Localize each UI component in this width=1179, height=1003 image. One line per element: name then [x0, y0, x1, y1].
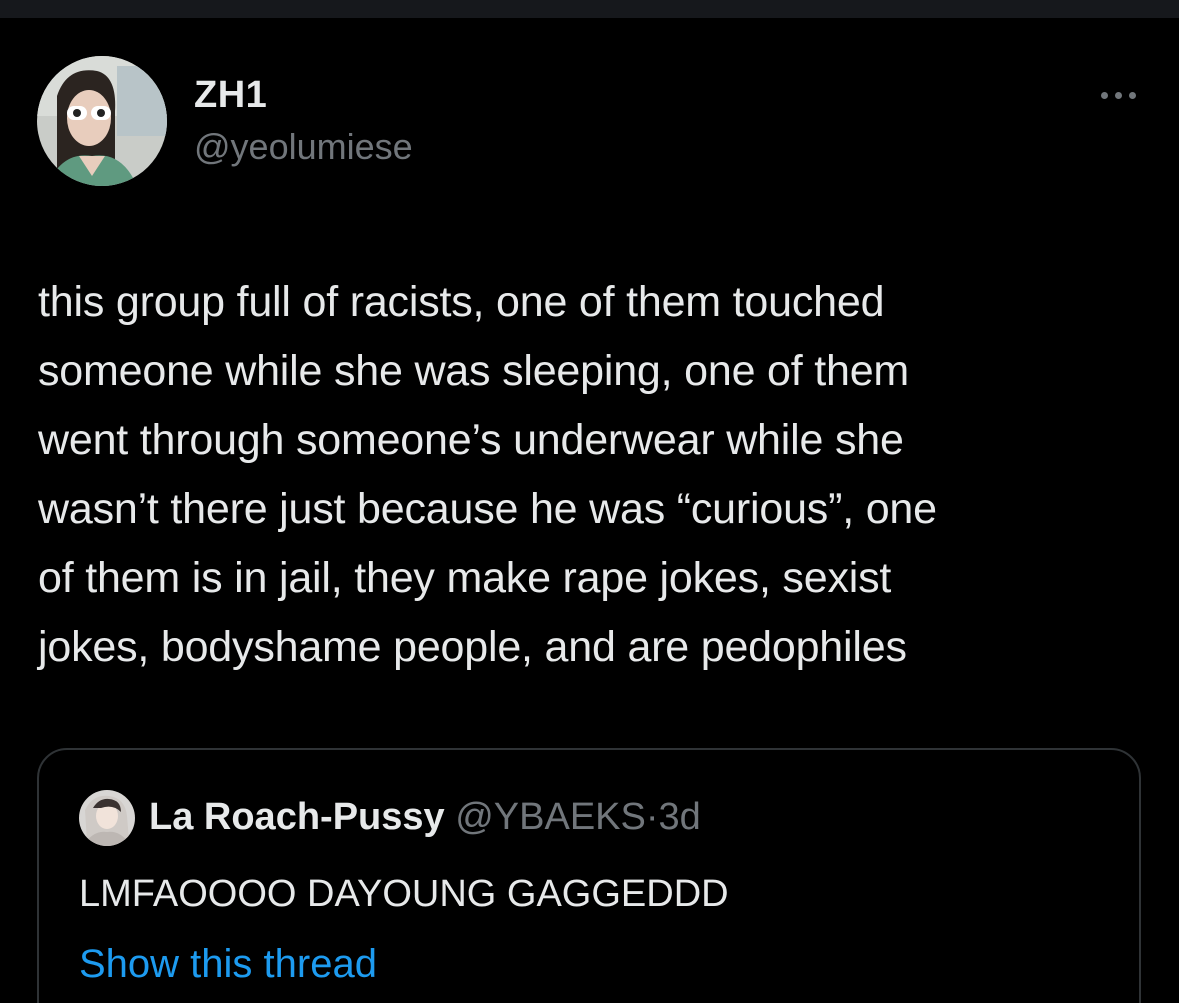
tweet: ZH1 @yeolumiese this group full of racis…	[0, 18, 1179, 1003]
author-handle[interactable]: @yeolumiese	[194, 129, 413, 165]
quote-author-avatar[interactable]	[79, 790, 135, 846]
quote-display-name[interactable]: La Roach-Pussy	[149, 796, 445, 838]
more-options-icon[interactable]	[1090, 78, 1146, 112]
quote-handle[interactable]: @YBAEKS	[455, 796, 646, 838]
quote-header: La Roach-Pussy @YBAEKS·3d	[149, 798, 701, 836]
profile-photo-icon	[37, 56, 167, 186]
dot	[1114, 91, 1122, 99]
separator-dot: ·	[645, 796, 659, 838]
quote-text: LMFAOOOO DAYOUNG GAGGEDDD	[79, 873, 729, 915]
author-display-name[interactable]: ZH1	[194, 76, 267, 114]
show-thread-link[interactable]: Show this thread	[79, 940, 377, 988]
quoted-tweet[interactable]: La Roach-Pussy @YBAEKS·3d LMFAOOOO DAYOU…	[37, 748, 1141, 1003]
profile-photo-icon	[79, 790, 135, 846]
top-bar	[0, 0, 1179, 18]
author-avatar[interactable]	[37, 56, 167, 186]
tweet-text: this group full of racists, one of them …	[38, 278, 937, 671]
dot	[1128, 91, 1136, 99]
dot	[1100, 91, 1108, 99]
quote-timestamp[interactable]: 3d	[659, 796, 701, 838]
